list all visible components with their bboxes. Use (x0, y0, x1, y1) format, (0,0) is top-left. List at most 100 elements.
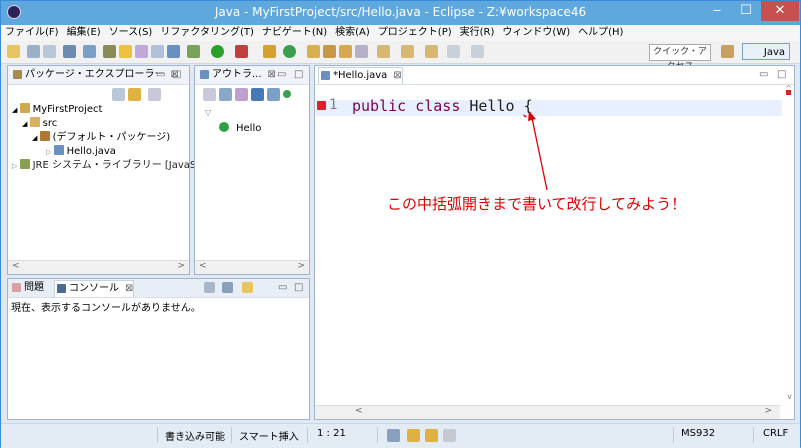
annotation-arrow (528, 111, 548, 191)
heap-icon[interactable] (443, 429, 456, 442)
green-dot-icon[interactable] (283, 90, 291, 98)
tree-item-hello-java[interactable]: ▷ Hello.java (46, 145, 116, 159)
new-console-icon[interactable] (242, 282, 253, 293)
display-console-icon[interactable] (204, 282, 215, 293)
maximize-view-icon[interactable]: □ (777, 69, 786, 80)
prev-annotation-icon[interactable] (401, 45, 414, 58)
new-icon[interactable] (7, 45, 20, 58)
close-tab-icon[interactable]: ⊠ (268, 69, 276, 80)
minimize-view-icon[interactable]: ▭ (277, 69, 286, 80)
outline-expand-icon[interactable]: ▽ (205, 106, 211, 120)
menu-refactor[interactable]: リファクタリング(T) (156, 25, 258, 41)
menu-file[interactable]: ファイル(F) (1, 25, 63, 41)
menu-edit[interactable]: 編集(E) (63, 25, 105, 41)
hide-nonpublic-icon[interactable] (251, 88, 264, 101)
next-annotation-icon[interactable] (377, 45, 390, 58)
maximize-view-icon[interactable]: □ (294, 282, 303, 293)
settings-icon[interactable] (83, 45, 96, 58)
menu-help[interactable]: ヘルプ(H) (574, 25, 627, 41)
horizontal-scrollbar[interactable]: < > (8, 260, 189, 274)
tree-item-project[interactable]: ◢ MyFirstProject (12, 103, 102, 117)
forward-icon[interactable] (471, 45, 484, 58)
tab-problems[interactable]: 問題 (10, 280, 44, 296)
open-perspective-icon[interactable] (721, 45, 734, 58)
menu-navigate[interactable]: ナビゲート(N) (258, 25, 331, 41)
tab-hello-java[interactable]: *Hello.java ⊠ (318, 67, 403, 84)
tab-console[interactable]: コンソール ⊠ (54, 280, 135, 297)
scroll-up-icon[interactable]: ^ (785, 84, 792, 93)
status-line-ending: CRLF (763, 428, 789, 439)
external-tools-icon[interactable] (187, 45, 200, 58)
menu-search[interactable]: 検索(A) (331, 25, 374, 41)
menu-bar: ファイル(F) 編集(E) ソース(S) リファクタリング(T) ナビゲート(N) 検索(… (1, 25, 800, 41)
quick-access-input[interactable]: クイック・アクセス (649, 44, 711, 72)
code-line[interactable]: public class Hello { (352, 97, 533, 115)
error-icon[interactable] (317, 101, 326, 110)
last-edit-icon[interactable] (425, 45, 438, 58)
task-icon[interactable] (135, 45, 148, 58)
close-button[interactable]: ✕ (761, 1, 799, 21)
tree-item-jre[interactable]: ▷ JRE システム・ライブラリー [JavaSE- (12, 159, 206, 173)
horizontal-scrollbar[interactable]: < > (195, 260, 309, 274)
source-folder-icon (29, 117, 40, 127)
pin-console-icon[interactable] (222, 282, 233, 293)
outline-item-hello[interactable]: Hello (219, 122, 261, 136)
back-icon[interactable] (447, 45, 460, 58)
hide-local-types-icon[interactable] (267, 88, 280, 101)
console-panel: 問題 コンソール ⊠ ▭ □ 現在、表示するコンソールがありません。 (7, 278, 310, 420)
scroll-down-icon[interactable]: v (787, 392, 792, 401)
package-explorer-icon (13, 70, 22, 79)
highlight-icon[interactable] (119, 45, 132, 58)
collapse-all-icon[interactable] (112, 88, 125, 101)
minimize-view-icon[interactable]: ▭ (759, 69, 768, 80)
maximize-button[interactable]: ☐ (732, 1, 760, 21)
edit-icon[interactable] (355, 45, 368, 58)
java-file-icon (53, 145, 64, 155)
close-tab-icon[interactable]: ⊠ (393, 70, 401, 81)
search-status-icon[interactable] (387, 429, 400, 442)
minimize-view-icon[interactable]: ▭ (156, 69, 165, 80)
menu-project[interactable]: プロジェクト(P) (374, 25, 456, 41)
minimize-view-icon[interactable]: ▭ (278, 282, 287, 293)
debug-icon[interactable] (103, 45, 116, 58)
tab-package-explorer[interactable]: パッケージ・エクスプローラー ⊠ (11, 67, 179, 83)
maximize-view-icon[interactable]: □ (294, 69, 303, 80)
horizontal-scrollbar[interactable]: < > (315, 405, 780, 419)
print-icon[interactable] (63, 45, 76, 58)
status-encoding: MS932 (681, 428, 716, 439)
tab-outline[interactable]: アウトラ... ⊠ (198, 67, 276, 83)
library-icon (19, 159, 30, 169)
open-type-icon[interactable] (307, 45, 320, 58)
search-icon[interactable] (339, 45, 352, 58)
java-perspective-button[interactable]: Java (742, 43, 790, 60)
link-editor-icon[interactable] (128, 88, 141, 101)
menu-source[interactable]: ソース(S) (105, 25, 157, 41)
line-number: 1 (329, 97, 338, 113)
save-all-icon[interactable] (43, 45, 56, 58)
title-bar: Java - MyFirstProject/src/Hello.java - E… (1, 1, 800, 25)
view-menu-icon[interactable] (148, 88, 161, 101)
new-package-icon[interactable] (263, 45, 276, 58)
menu-run[interactable]: 実行(R) (456, 25, 499, 41)
outline-icon (200, 70, 209, 79)
block-select-icon[interactable] (167, 45, 180, 58)
tree-item-src[interactable]: ◢ src (22, 117, 57, 131)
hide-static-icon[interactable] (235, 88, 248, 101)
editor-panel: *Hello.java ⊠ ▭ □ 1 public class Hello { … (314, 65, 795, 420)
prev-icon[interactable] (425, 429, 438, 442)
run-external-icon[interactable] (235, 45, 248, 58)
maximize-view-icon[interactable]: □ (172, 69, 181, 80)
console-icon (57, 284, 66, 293)
whitespace-icon[interactable] (151, 45, 164, 58)
open-task-icon[interactable] (323, 45, 336, 58)
hide-fields-icon[interactable] (219, 88, 232, 101)
sort-icon[interactable] (203, 88, 216, 101)
close-tab-icon[interactable]: ⊠ (125, 283, 133, 294)
tree-item-default-package[interactable]: ◢ (デフォルト・パッケージ) (32, 131, 170, 145)
menu-window[interactable]: ウィンドウ(W) (498, 25, 574, 41)
next-icon[interactable] (407, 429, 420, 442)
save-icon[interactable] (27, 45, 40, 58)
minimize-button[interactable]: ‒ (703, 1, 731, 21)
new-class-icon[interactable] (283, 45, 296, 58)
run-icon[interactable] (211, 45, 224, 58)
